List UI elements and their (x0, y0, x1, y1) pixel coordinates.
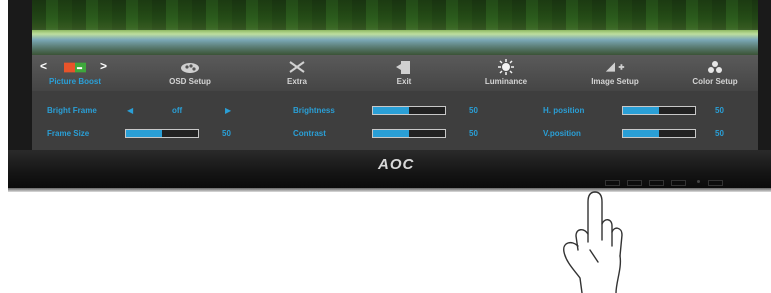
tab-exit[interactable]: Exit (384, 59, 424, 91)
pointing-hand-icon (563, 191, 623, 293)
osd-tab-bar: < > Picture Boost OSD Setup Extra Exit L… (32, 55, 758, 91)
monitor-button-3[interactable] (649, 180, 664, 186)
v-position-fill (623, 130, 659, 137)
bright-frame-left-arrow-icon[interactable]: ◀ (127, 106, 133, 115)
contrast-fill (373, 130, 409, 137)
frame-size-label: Frame Size (47, 129, 90, 138)
monitor-screen: < > Picture Boost OSD Setup Extra Exit L… (32, 0, 758, 150)
power-led-icon (697, 180, 700, 183)
exit-icon (393, 59, 415, 75)
landscape-image (32, 0, 758, 55)
v-position-slider[interactable] (622, 129, 696, 138)
frame-size-fill (126, 130, 162, 137)
aoc-logo: AOC (378, 156, 415, 173)
luminance-icon (495, 59, 517, 75)
monitor-edge (8, 188, 771, 192)
h-position-value: 50 (715, 106, 724, 115)
brightness-fill (373, 107, 409, 114)
h-position-fill (623, 107, 659, 114)
frame-size-value: 50 (222, 129, 231, 138)
tab-extra[interactable]: Extra (272, 59, 322, 91)
tab-color-setup[interactable]: Color Setup (682, 59, 748, 91)
brightness-label: Brightness (293, 106, 335, 115)
image-setup-icon (604, 59, 626, 75)
extra-icon (286, 59, 308, 75)
contrast-slider[interactable] (372, 129, 446, 138)
brightness-slider[interactable] (372, 106, 446, 115)
power-button[interactable] (708, 180, 723, 186)
bright-frame-label: Bright Frame (47, 106, 97, 115)
tree-line (32, 0, 758, 30)
frame-size-slider[interactable] (125, 129, 199, 138)
v-position-value: 50 (715, 129, 724, 138)
bright-frame-value[interactable]: off (172, 106, 182, 115)
tab-osd-setup[interactable]: OSD Setup (160, 59, 220, 91)
bright-frame-right-arrow-icon[interactable]: ▶ (225, 106, 231, 115)
color-setup-icon (704, 59, 726, 75)
monitor-button-2[interactable] (627, 180, 642, 186)
settings-panel: Bright Frame ◀ off ▶ Brightness 50 H. po… (32, 91, 758, 150)
h-position-slider[interactable] (622, 106, 696, 115)
monitor-button-4[interactable] (671, 180, 686, 186)
h-position-label: H. position (543, 106, 585, 115)
osd-menu: < > Picture Boost OSD Setup Extra Exit L… (32, 55, 758, 150)
monitor-button-1[interactable] (605, 180, 620, 186)
v-position-label: V.position (543, 129, 581, 138)
picture-boost-icon (64, 59, 86, 75)
tab-picture-boost[interactable]: Picture Boost (38, 59, 112, 91)
tab-luminance[interactable]: Luminance (476, 59, 536, 91)
contrast-value: 50 (469, 129, 478, 138)
brightness-value: 50 (469, 106, 478, 115)
contrast-label: Contrast (293, 129, 326, 138)
tab-image-setup[interactable]: Image Setup (582, 59, 648, 91)
osd-setup-icon (179, 59, 201, 75)
